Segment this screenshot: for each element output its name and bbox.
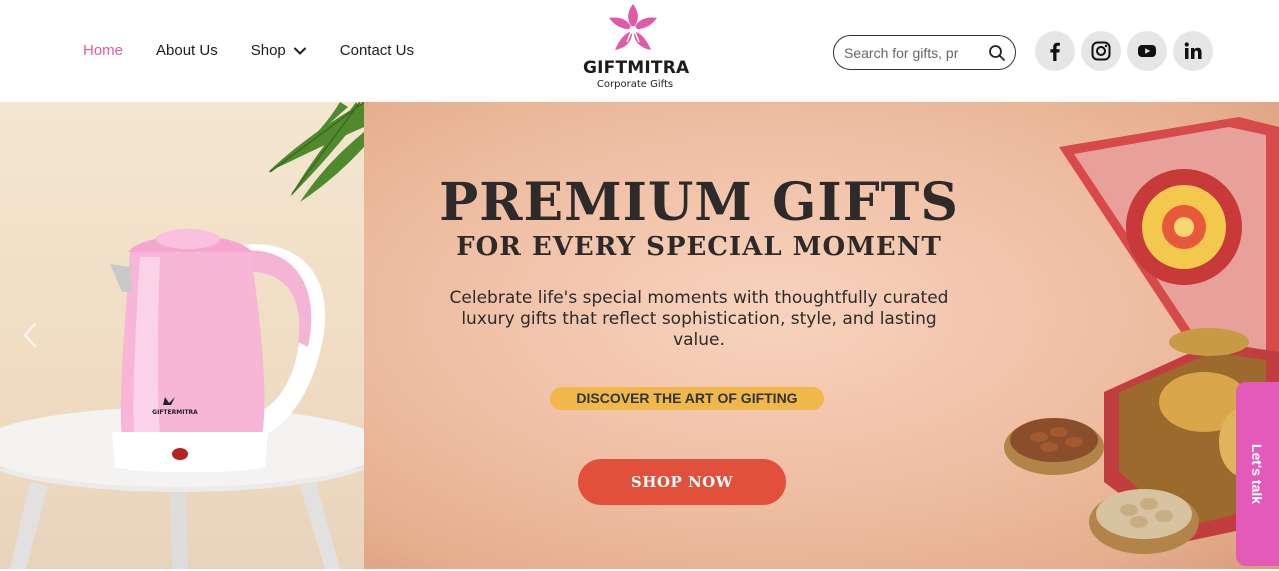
hero-description: Celebrate life's special moments with th…	[449, 288, 949, 350]
kettle-brand-text: GIFTERMITRA	[152, 409, 198, 416]
site-logo[interactable]: GIFTMITRA Corporate Gifts	[583, 0, 690, 100]
shop-now-button[interactable]: SHOP NOW	[578, 459, 786, 505]
logo-tagline: Corporate Gifts	[596, 79, 674, 90]
search-input[interactable]	[844, 44, 976, 61]
hero-subheadline: FOR EVERY SPECIAL MOMENT	[456, 232, 942, 262]
linkedin-link[interactable]	[1173, 31, 1213, 71]
nav-contact-us[interactable]: Contact Us	[340, 42, 414, 59]
carousel-prev-arrow-icon[interactable]	[18, 320, 42, 350]
nav-about-us[interactable]: About Us	[156, 42, 218, 59]
logo-brand: GIFTMITRA	[583, 58, 690, 78]
nav-shop[interactable]: Shop	[251, 42, 307, 59]
linkedin-icon	[1184, 42, 1202, 59]
nav-home[interactable]: Home	[83, 42, 123, 59]
lets-talk-label: Let's talk	[1249, 443, 1265, 505]
hero-side-image: GIFTERMITRA	[0, 102, 364, 569]
discover-badge: DISCOVER THE ART OF GIFTING	[550, 387, 824, 410]
hero-main-slide: PREMIUM GIFTS FOR EVERY SPECIAL MOMENT C…	[364, 102, 1279, 569]
flower-logo-icon	[609, 4, 657, 50]
youtube-link[interactable]	[1127, 31, 1167, 71]
search-box	[833, 35, 1016, 70]
instagram-icon	[1091, 41, 1111, 61]
main-nav: Home About Us Shop Contact Us	[83, 42, 447, 59]
facebook-link[interactable]	[1035, 31, 1075, 71]
nav-shop-label: Shop	[250, 42, 286, 59]
hero-headline: PREMIUM GIFTS	[439, 172, 959, 233]
kettle-scene-illustration: GIFTERMITRA	[0, 102, 364, 569]
hero-carousel: GIFTERMITRA PREMIUM GIFTS FOR EVERY SPEC…	[0, 102, 1279, 569]
instagram-link[interactable]	[1081, 31, 1121, 71]
youtube-icon	[1138, 45, 1156, 57]
chevron-down-icon	[293, 47, 306, 55]
search-icon[interactable]	[987, 43, 1007, 63]
lets-talk-button[interactable]: Let's talk	[1236, 382, 1279, 566]
facebook-icon	[1050, 42, 1060, 61]
site-header: Home About Us Shop Contact Us GIFTMITRA …	[0, 0, 1279, 102]
